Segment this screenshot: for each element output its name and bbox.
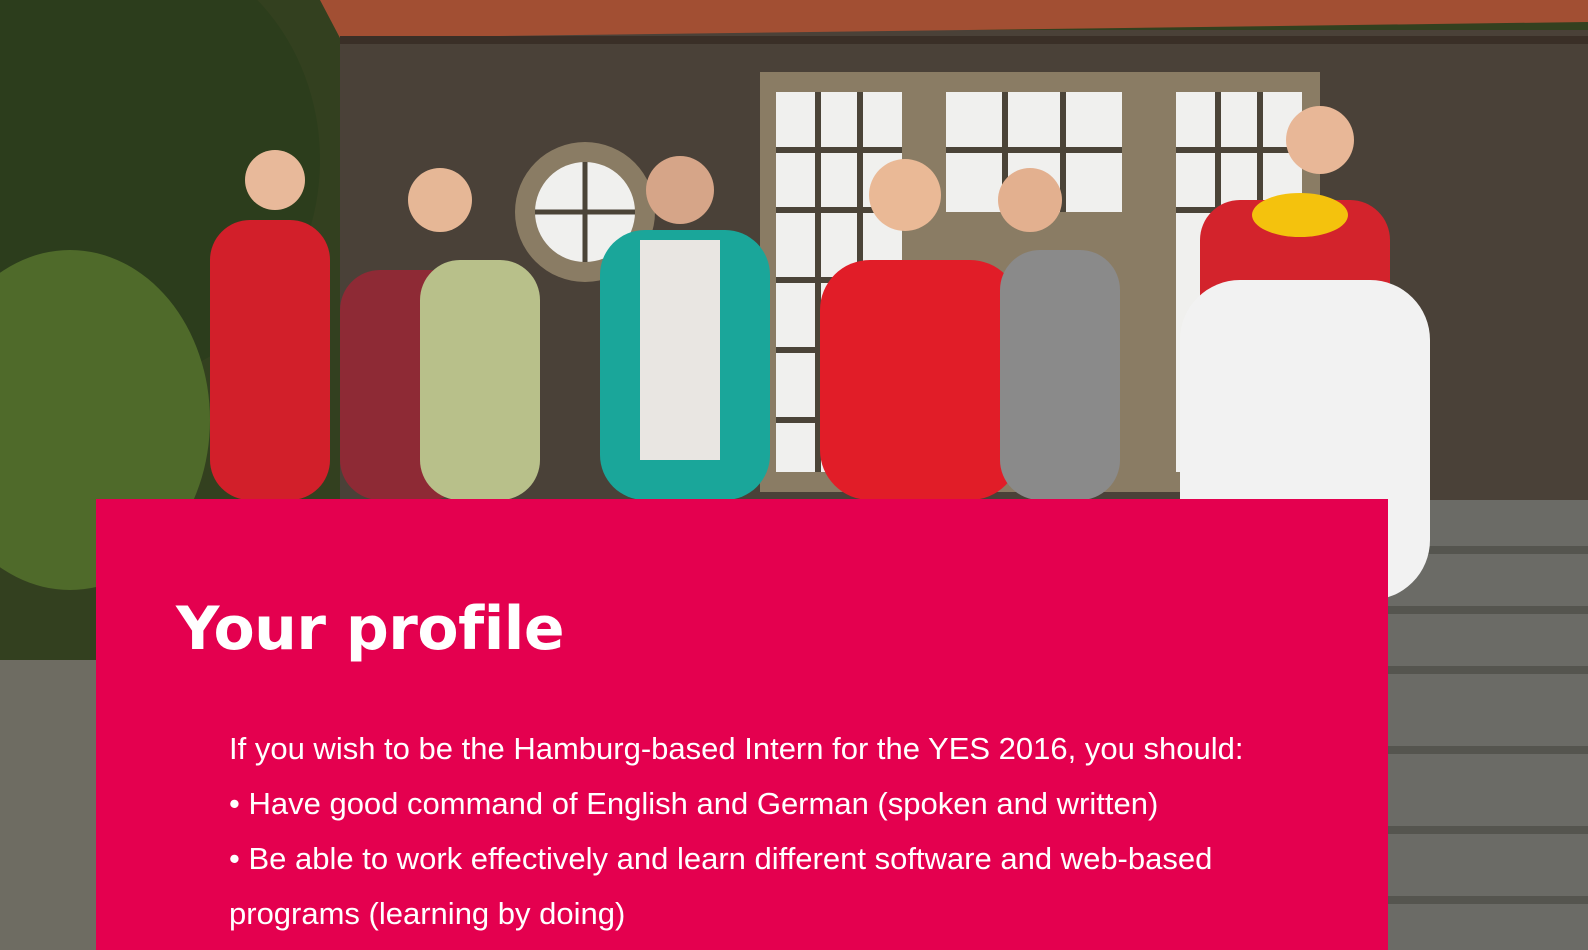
page: Your profile If you wish to be the Hambu… [0, 0, 1588, 950]
profile-requirements: If you wish to be the Hamburg-based Inte… [229, 721, 1329, 941]
requirement-item: • Be able to work effectively and learn … [229, 841, 1213, 931]
profile-intro: If you wish to be the Hamburg-based Inte… [229, 731, 1244, 766]
profile-title: Your profile [176, 594, 565, 664]
profile-card: Your profile If you wish to be the Hambu… [96, 499, 1388, 950]
requirement-item: • Have good command of English and Germa… [229, 786, 1159, 821]
